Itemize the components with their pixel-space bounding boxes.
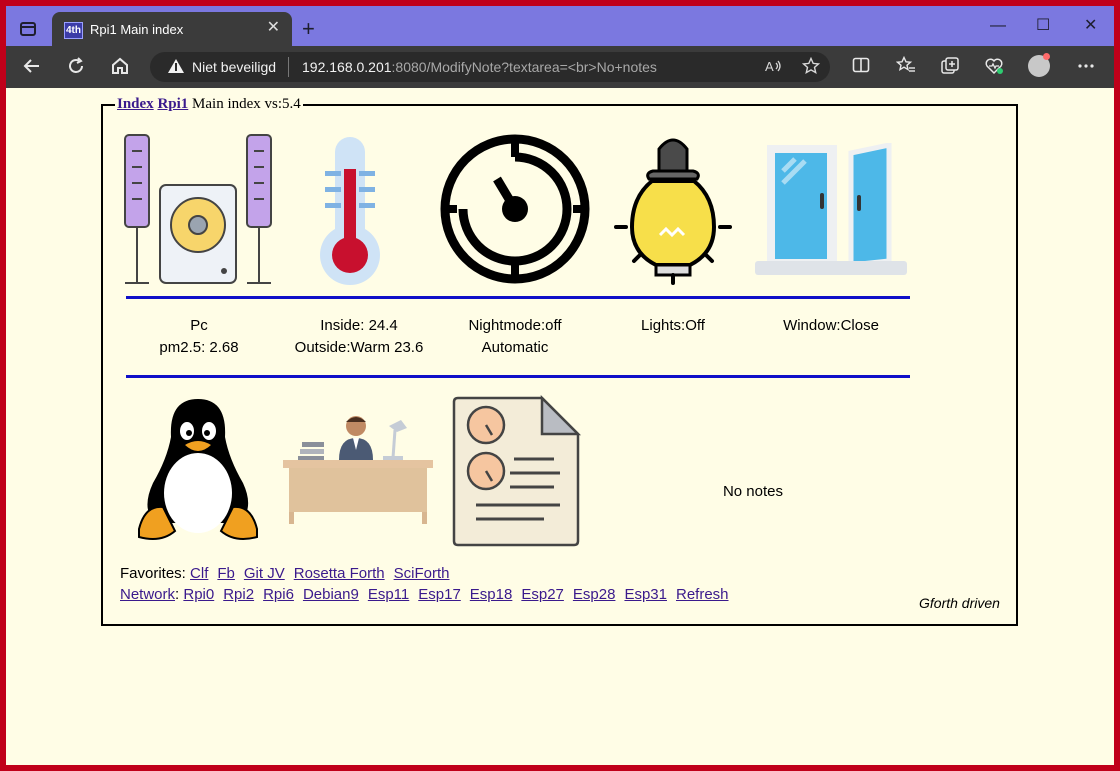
network-link-esp11[interactable]: Esp11: [368, 586, 409, 603]
maximize-icon[interactable]: ☐: [1036, 18, 1050, 34]
warning-mark: [175, 63, 177, 71]
light-bulb-icon[interactable]: [614, 133, 732, 290]
index-link[interactable]: Index: [117, 96, 154, 112]
url-path: :8080/ModifyNote?textarea=<br>No+notes: [391, 59, 657, 75]
status-night-line2: Automatic: [481, 339, 549, 356]
network-link-rpi2[interactable]: Rpi2: [223, 586, 254, 603]
status-window: Window:Close: [751, 315, 911, 337]
favorite-link-clf[interactable]: Clf: [190, 565, 208, 582]
window-icon[interactable]: [755, 141, 907, 283]
favorite-link-git-jv[interactable]: Git JV: [244, 565, 285, 582]
divider-top: [126, 296, 910, 299]
network-row: Network: Rpi0 Rpi2 Rpi6 Debian9 Esp11 Esp17 Es…: [120, 584, 738, 605]
status-window-line1: Window:Close: [783, 317, 879, 334]
network-link[interactable]: Network: [120, 586, 175, 603]
collections-icon[interactable]: [940, 56, 960, 80]
status-pc-line2: pm2.5: 2.68: [159, 339, 239, 356]
main-index-fieldset: Index Rpi1 Main index vs:5.4 Pc pm2.5: 2…: [101, 96, 1018, 626]
speakers-icon[interactable]: [120, 133, 275, 293]
network-link-esp28[interactable]: Esp28: [573, 586, 616, 603]
tab-bar: 4th Rpi1 Main index ✕ + — ☐ ✕: [6, 6, 1114, 46]
status-temp-line1: Inside: 24.4: [320, 317, 398, 334]
tab-close-icon[interactable]: ✕: [267, 20, 280, 36]
page-content: Index Rpi1 Main index vs:5.4 Pc pm2.5: 2…: [6, 88, 1114, 765]
favorites-label: Favorites:: [120, 565, 191, 582]
notes-text: No notes: [722, 483, 784, 500]
browser-essentials-icon[interactable]: [984, 56, 1004, 80]
refresh-icon[interactable]: [66, 56, 86, 80]
url-host: 192.168.0.201: [302, 59, 392, 75]
new-tab-icon[interactable]: +: [302, 18, 315, 40]
favorite-link-fb[interactable]: Fb: [217, 565, 235, 582]
read-aloud-icon[interactable]: A: [764, 57, 782, 80]
browser-window: 4th Rpi1 Main index ✕ + — ☐ ✕ Niet bevei…: [6, 6, 1114, 765]
nav-bar: Niet beveiligd 192.168.0.201:8080/Modify…: [6, 46, 1114, 88]
status-nightmode: Nightmode:off Automatic: [435, 315, 595, 359]
address-bar[interactable]: Niet beveiligd 192.168.0.201:8080/Modify…: [150, 52, 830, 82]
page-legend: Index Rpi1 Main index vs:5.4: [115, 96, 303, 113]
address-url[interactable]: 192.168.0.201:8080/ModifyNote?textarea=<…: [302, 59, 657, 75]
security-status[interactable]: Niet beveiligd: [192, 59, 276, 75]
office-desk-icon[interactable]: [283, 416, 433, 531]
favorites-icon[interactable]: [895, 55, 916, 78]
favorite-star-icon[interactable]: [801, 56, 821, 80]
network-link-esp18[interactable]: Esp18: [470, 586, 513, 603]
linux-tux-icon[interactable]: [135, 397, 261, 548]
split-screen-icon[interactable]: [852, 56, 870, 78]
favorite-link-rosetta-forth[interactable]: Rosetta Forth: [294, 565, 385, 582]
page-title: Main index vs:5.4: [188, 96, 301, 112]
svg-text:A: A: [765, 59, 774, 74]
footer-gforth: Gforth driven: [919, 595, 1000, 611]
network-link-esp27[interactable]: Esp27: [521, 586, 564, 603]
tab-actions-icon[interactable]: [20, 22, 36, 36]
status-temp-line2: Outside:Warm 23.6: [294, 339, 424, 356]
network-link-debian9[interactable]: Debian9: [303, 586, 359, 603]
address-separator: [288, 57, 289, 77]
tab-title: Rpi1 Main index: [90, 22, 184, 37]
status-night-line1: Nightmode:off: [468, 317, 562, 334]
network-link-rpi0[interactable]: Rpi0: [183, 586, 214, 603]
profile-avatar[interactable]: [1028, 53, 1050, 77]
divider-bottom: [126, 375, 910, 378]
refresh-link[interactable]: Refresh: [676, 586, 729, 603]
status-lights-line1: Lights:Off: [641, 317, 705, 334]
status-pc-line1: Pc: [190, 317, 208, 334]
network-link-esp17[interactable]: Esp17: [418, 586, 461, 603]
more-icon[interactable]: [1076, 56, 1096, 80]
network-link-esp31[interactable]: Esp31: [624, 586, 667, 603]
notes-document-icon[interactable]: [450, 394, 582, 552]
favicon-icon: 4th: [64, 22, 83, 39]
home-icon[interactable]: [110, 56, 130, 80]
favorites-row: Favorites: Clf Fb Git JV Rosetta Forth SciFo…: [120, 563, 458, 584]
favorite-link-sciforth[interactable]: SciForth: [394, 565, 450, 582]
thermometer-icon[interactable]: [315, 135, 385, 292]
back-icon[interactable]: [22, 56, 42, 80]
window-close-icon[interactable]: ✕: [1084, 18, 1097, 34]
tab-active[interactable]: 4th Rpi1 Main index ✕: [52, 12, 292, 46]
status-temperature: Inside: 24.4 Outside:Warm 23.6: [279, 315, 439, 359]
rpi1-link[interactable]: Rpi1: [157, 96, 188, 112]
status-pc: Pc pm2.5: 2.68: [119, 315, 279, 359]
status-lights: Lights:Off: [593, 315, 753, 337]
minimize-icon[interactable]: —: [990, 18, 1006, 34]
clock-dial-icon[interactable]: [439, 133, 591, 290]
network-link-rpi6[interactable]: Rpi6: [263, 586, 294, 603]
